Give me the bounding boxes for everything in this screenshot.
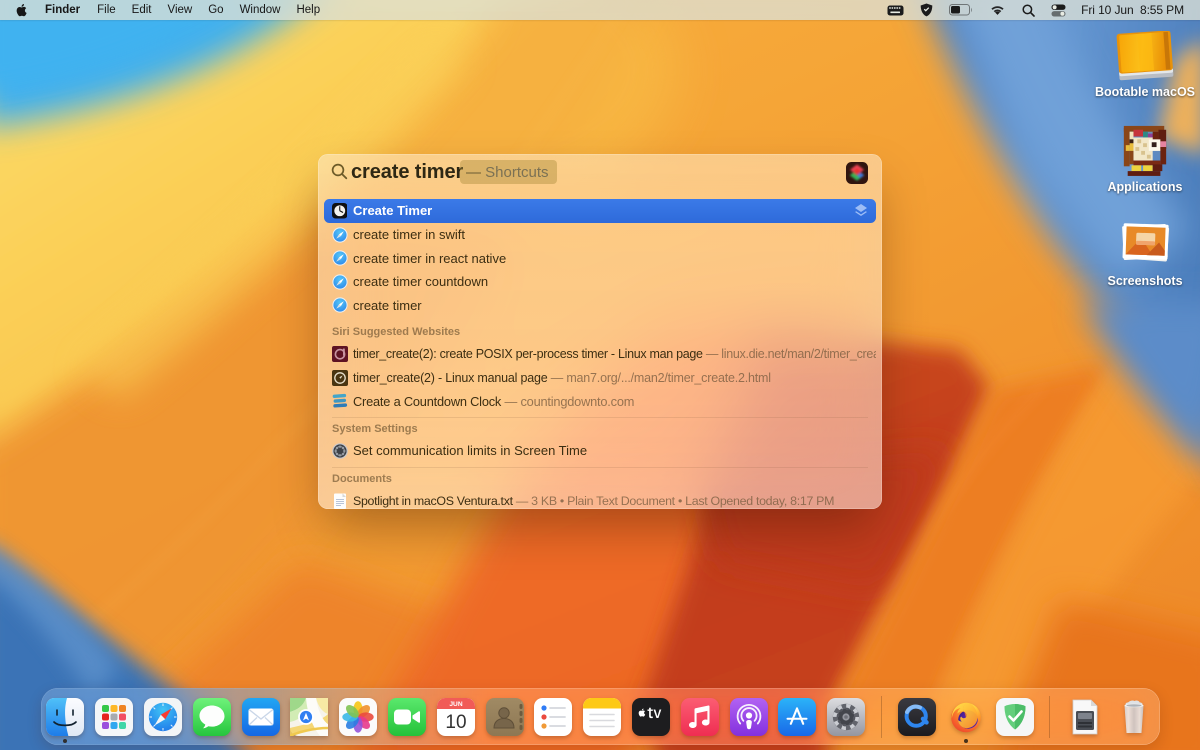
svg-text:10: 10 <box>445 712 466 733</box>
svg-text:JUN: JUN <box>449 701 462 708</box>
